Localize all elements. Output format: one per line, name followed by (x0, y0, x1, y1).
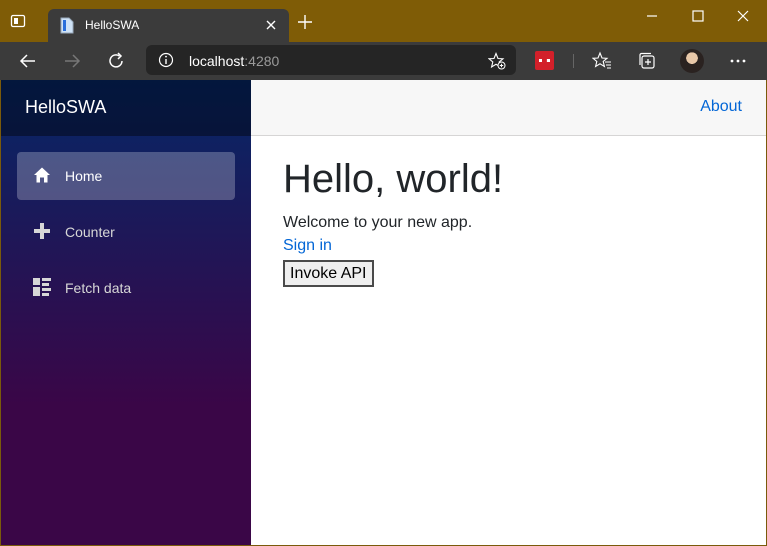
add-favorite-icon[interactable] (488, 52, 506, 70)
home-icon (34, 167, 50, 183)
main-content: Hello, world! Welcome to your new app. S… (283, 156, 743, 287)
browser-titlebar: HelloSWA (0, 0, 767, 42)
welcome-text: Welcome to your new app. (283, 214, 473, 231)
brand-bar: HelloSWA (1, 80, 251, 136)
browser-tab[interactable]: HelloSWA (48, 9, 289, 42)
profile-avatar[interactable] (680, 49, 704, 73)
sidebar-item-label: Home (65, 168, 103, 184)
window-close-icon[interactable] (733, 8, 753, 24)
tab-title: HelloSWA (85, 18, 140, 32)
tab-actions-icon[interactable] (10, 13, 26, 29)
sidebar-item-label: Counter (65, 224, 115, 240)
forward-icon[interactable] (62, 51, 82, 71)
maximize-icon[interactable] (688, 8, 708, 24)
sidebar: HelloSWA Home Counter Fetch data (1, 80, 251, 545)
address-bar[interactable]: localhost:4280 (146, 45, 516, 75)
page-favicon-icon (60, 17, 74, 34)
new-tab-icon[interactable] (297, 14, 313, 30)
page-title: Hello, world! (283, 157, 504, 201)
invoke-api-button[interactable]: Invoke API (283, 260, 374, 287)
sidebar-item-fetch-data[interactable]: Fetch data (17, 264, 235, 312)
back-icon[interactable] (18, 51, 38, 71)
list-icon (33, 278, 51, 296)
address-url[interactable]: localhost:4280 (189, 53, 279, 69)
sidebar-item-counter[interactable]: Counter (17, 208, 235, 256)
more-menu-icon[interactable] (728, 51, 748, 71)
tab-close-icon[interactable] (264, 15, 278, 35)
refresh-icon[interactable] (106, 51, 126, 71)
browser-toolbar: localhost:4280 (0, 42, 767, 80)
page-viewport: HelloSWA Home Counter Fetch data About H… (1, 80, 766, 545)
sidebar-item-home[interactable]: Home (17, 152, 235, 200)
toolbar-divider (573, 54, 574, 68)
minimize-icon[interactable] (642, 8, 662, 24)
address-host: localhost (189, 53, 245, 69)
address-port: :4280 (244, 53, 280, 69)
sign-in-link[interactable]: Sign in (283, 234, 743, 258)
about-link[interactable]: About (700, 98, 742, 116)
top-row: About (251, 80, 766, 136)
favorites-icon[interactable] (592, 51, 612, 71)
plus-icon (34, 223, 50, 239)
extension-icon[interactable] (535, 51, 554, 70)
brand-name[interactable]: HelloSWA (25, 97, 106, 118)
sidebar-item-label: Fetch data (65, 280, 132, 296)
site-info-icon[interactable] (158, 52, 174, 68)
collections-icon[interactable] (637, 51, 657, 71)
